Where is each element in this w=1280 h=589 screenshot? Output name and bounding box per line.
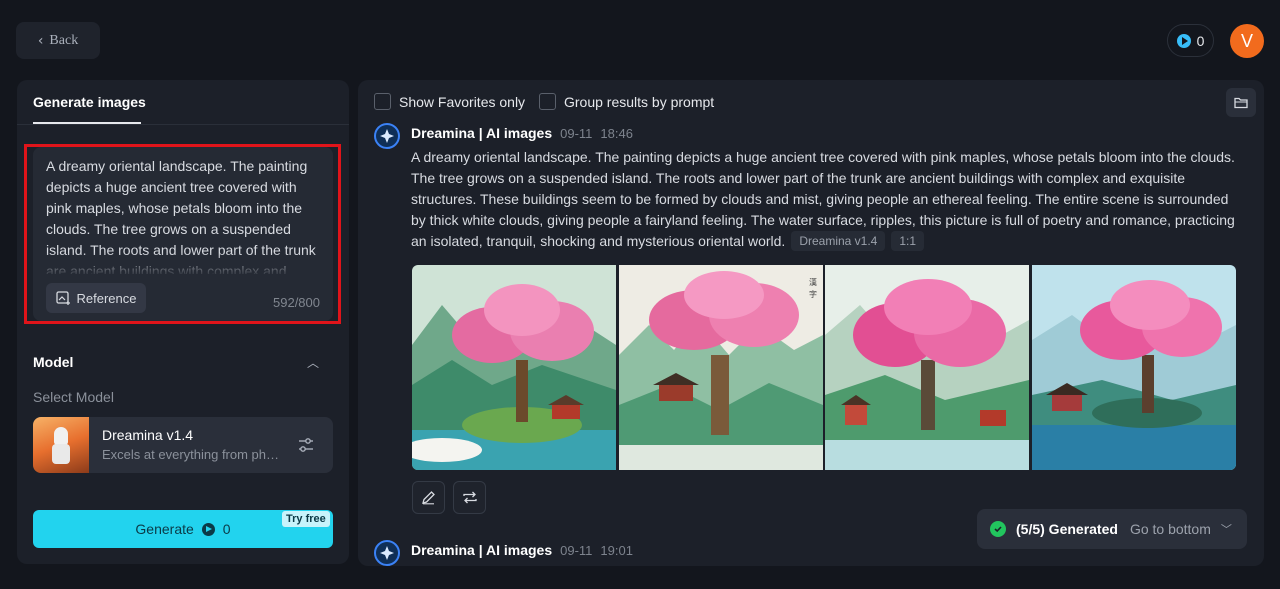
astronaut-body: [52, 444, 70, 464]
prompt-input[interactable]: A dreamy oriental landscape. The paintin…: [33, 147, 333, 321]
ratio-tag: 1:1: [891, 231, 925, 251]
go-to-bottom-label[interactable]: Go to bottom: [1130, 521, 1211, 537]
credits-badge[interactable]: 0: [1167, 24, 1214, 57]
group-results-label: Group results by prompt: [564, 93, 715, 110]
entry-date: 09-11: [560, 543, 593, 558]
checkbox[interactable]: [539, 93, 556, 110]
entry-header: Dreamina | AI images 09-11 19:01: [411, 542, 633, 558]
checkbox[interactable]: [374, 93, 391, 110]
image-add-icon: [55, 290, 70, 305]
try-free-badge: Try free: [282, 511, 330, 527]
show-favorites-toggle[interactable]: Show Favorites only: [374, 93, 525, 110]
back-button[interactable]: ‹ Back: [16, 22, 100, 59]
tab-divider: [17, 124, 349, 125]
credit-coin-icon: [1176, 33, 1191, 48]
generated-image-4[interactable]: [1032, 265, 1236, 470]
folder-icon: [1234, 97, 1248, 109]
reference-button[interactable]: Reference: [46, 283, 146, 313]
dreamina-logo-icon: [374, 123, 400, 149]
credit-coin-icon: [201, 522, 215, 536]
avatar[interactable]: V: [1230, 24, 1264, 58]
edit-button[interactable]: [412, 481, 445, 514]
model-tag: Dreamina v1.4: [791, 231, 886, 251]
folder-button[interactable]: [1226, 88, 1256, 117]
chevron-up-icon[interactable]: ︿: [307, 354, 319, 371]
generated-image-3[interactable]: [825, 265, 1029, 470]
select-model-label: Select Model: [33, 389, 114, 405]
entry-source: Dreamina | AI images: [411, 542, 553, 558]
generate-cost: 0: [222, 521, 231, 537]
svg-text:字: 字: [809, 289, 817, 299]
generated-image-2[interactable]: 漢 字: [619, 265, 823, 470]
dreamina-logo-icon: [374, 540, 400, 566]
generated-image-1[interactable]: [412, 265, 616, 470]
group-results-toggle[interactable]: Group results by prompt: [539, 93, 714, 110]
generate-panel: Generate images A dreamy oriental landsc…: [17, 80, 349, 564]
check-circle-icon: [990, 521, 1006, 537]
model-selector[interactable]: Dreamina v1.4 Excels at everything from …: [33, 417, 333, 473]
generate-label: Generate: [135, 521, 194, 537]
chevron-down-icon[interactable]: ﹀: [1221, 521, 1232, 537]
avatar-letter: V: [1240, 30, 1253, 51]
repeat-icon: [462, 491, 477, 504]
model-description: Excels at everything from photorealism t…: [102, 447, 280, 462]
back-label: Back: [49, 32, 79, 48]
credits-count: 0: [1196, 32, 1205, 49]
regenerate-button[interactable]: [453, 481, 486, 514]
model-section-title: Model: [33, 354, 74, 370]
entry-date: 09-11: [560, 126, 593, 141]
entry-time: 19:01: [600, 543, 633, 558]
results-panel: Show Favorites only Group results by pro…: [358, 80, 1264, 566]
settings-sliders-icon[interactable]: [297, 436, 315, 454]
generation-status-bar[interactable]: (5/5) Generated Go to bottom ﹀: [977, 509, 1247, 549]
tab-generate-images[interactable]: Generate images: [33, 94, 146, 110]
char-counter: 592/800: [273, 295, 320, 310]
astronaut-helmet: [54, 427, 68, 445]
svg-text:漢: 漢: [809, 277, 817, 287]
show-favorites-label: Show Favorites only: [399, 93, 526, 110]
entry-prompt: A dreamy oriental landscape. The paintin…: [411, 147, 1241, 252]
entry-header: Dreamina | AI images 09-11 18:46: [411, 125, 633, 141]
generated-status-text: (5/5) Generated: [1016, 521, 1118, 537]
entry-time: 18:46: [600, 126, 633, 141]
reference-label: Reference: [76, 290, 137, 306]
model-name: Dreamina v1.4: [102, 427, 194, 443]
prompt-fade: [33, 252, 333, 277]
model-thumbnail: [33, 417, 89, 473]
entry-source: Dreamina | AI images: [411, 125, 553, 141]
chevron-left-icon: ‹: [37, 32, 44, 49]
pencil-icon: [422, 491, 435, 505]
